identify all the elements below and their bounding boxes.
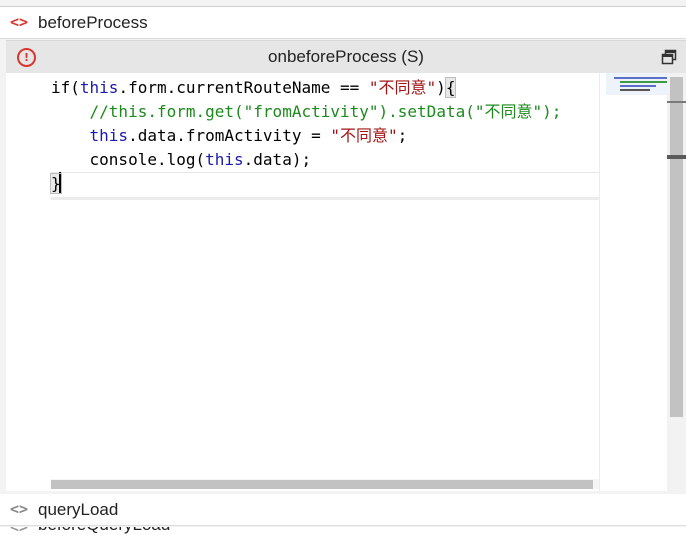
restore-window-icon[interactable] <box>661 49 677 65</box>
scroll-marker <box>667 155 686 159</box>
horizontal-scrollbar-thumb[interactable] <box>51 480 593 489</box>
editor-gutter <box>6 73 51 491</box>
code-token: console.log( <box>89 150 206 169</box>
code-line[interactable]: if(this.form.currentRouteName == "不同意"){ <box>51 76 599 100</box>
code-brackets-icon: <> <box>10 500 29 518</box>
code-line[interactable]: this.data.fromActivity = "不同意"; <box>51 124 599 148</box>
code-brackets-icon: <> <box>10 527 28 535</box>
section-label: beforeProcess <box>38 12 148 32</box>
minimap-line <box>620 89 650 91</box>
code-line[interactable]: console.log(this.data); <box>51 148 599 172</box>
panel-header: ! onbeforeProcess (S) <box>6 41 686 73</box>
code-line[interactable]: //this.form.get("fromActivity").setData(… <box>51 100 599 124</box>
text-caret <box>58 172 61 194</box>
section-label: beforeQueryLoad <box>38 527 170 535</box>
code-brackets-icon: <> <box>10 13 29 31</box>
minimap-line <box>620 85 656 87</box>
section-query-load[interactable]: <> queryLoad <box>0 494 686 526</box>
code-token: ; <box>397 126 408 145</box>
section-next-partial[interactable]: <> beforeQueryLoad <box>0 527 686 535</box>
panel-title: onbeforeProcess (S) <box>268 47 424 66</box>
vertical-scrollbar-thumb[interactable] <box>670 77 683 417</box>
code-token: "不同意" <box>330 126 398 145</box>
code-token: this <box>79 78 119 97</box>
code-token: if( <box>51 78 80 97</box>
code-token: this <box>205 150 244 169</box>
section-before-process[interactable]: <> beforeProcess <box>0 7 686 39</box>
code-token: //this.form.get("fromActivity").setData(… <box>89 102 562 121</box>
vertical-scrollbar[interactable] <box>667 73 686 491</box>
code-token: .data); <box>243 150 312 169</box>
section-label: queryLoad <box>38 499 119 519</box>
code-content[interactable]: if(this.form.currentRouteName == "不同意"){… <box>50 76 599 196</box>
minimap-line <box>620 81 668 83</box>
code-editor[interactable]: if(this.form.currentRouteName == "不同意"){… <box>6 73 686 491</box>
code-minimap[interactable] <box>599 73 670 491</box>
code-line[interactable]: } <box>50 172 599 196</box>
code-token: this <box>89 126 129 145</box>
scroll-marker <box>667 101 686 103</box>
code-token: .form.currentRouteName == <box>118 78 369 97</box>
minimap-line <box>614 77 668 79</box>
code-token: ) <box>436 78 446 97</box>
code-token: "不同意" <box>368 78 437 97</box>
script-editor-panel: ! onbeforeProcess (S) if(this.form.curre… <box>6 40 686 491</box>
code-token: { <box>444 77 457 98</box>
code-token: .data.fromActivity = <box>128 126 331 145</box>
